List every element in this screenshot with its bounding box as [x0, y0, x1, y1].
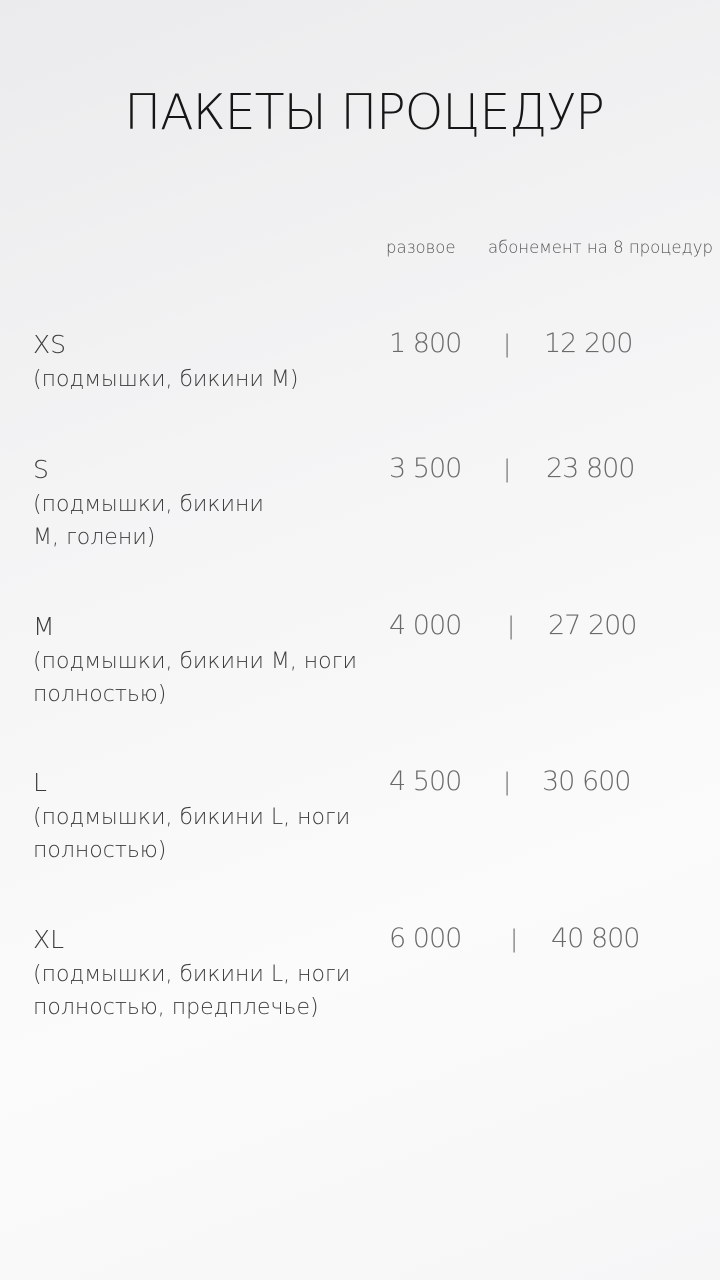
column-header-subscription: абонемент на 8 процедур	[488, 238, 713, 257]
package-description: (подмышки, бикини L, ноги полностью, пре…	[33, 962, 351, 1020]
package-description: (подмышки, бикини М, голени)	[33, 492, 264, 550]
price-separator: |	[507, 612, 516, 640]
package-xl: XL (подмышки, бикини L, ноги полностью, …	[33, 923, 363, 1024]
price-separator: |	[503, 768, 512, 796]
subscription-price: 40 800	[551, 923, 640, 954]
price-list-page: ПАКЕТЫ ПРОЦЕДУР разовое абонемент на 8 п…	[0, 0, 720, 1280]
subscription-price: 23 800	[546, 453, 635, 484]
package-xs: XS (подмышки, бикини М)	[33, 328, 333, 396]
subscription-price: 27 200	[548, 610, 637, 641]
price-separator: |	[510, 925, 519, 953]
package-name: XS	[33, 330, 66, 359]
price-separator: |	[503, 455, 512, 483]
package-description: (подмышки, бикини М, ноги полностью)	[33, 649, 357, 707]
package-name: M	[33, 612, 55, 641]
single-price: 1 800	[389, 328, 462, 359]
single-price: 4 000	[389, 610, 462, 641]
subscription-price: 30 600	[542, 766, 631, 797]
package-description: (подмышки, бикини L, ноги полностью)	[33, 805, 351, 863]
package-name: XL	[33, 925, 65, 954]
package-name: S	[33, 455, 49, 484]
page-title: ПАКЕТЫ ПРОЦЕДУР	[124, 84, 605, 141]
package-name: L	[33, 768, 47, 797]
package-description: (подмышки, бикини М)	[33, 367, 299, 392]
single-price: 6 000	[389, 923, 462, 954]
subscription-price: 12 200	[544, 328, 633, 359]
package-l: L (подмышки, бикини L, ноги полностью)	[33, 766, 363, 867]
package-s: S (подмышки, бикини М, голени)	[33, 453, 295, 554]
single-price: 4 500	[389, 766, 462, 797]
package-m: M (подмышки, бикини М, ноги полностью)	[33, 610, 363, 711]
price-separator: |	[503, 330, 512, 358]
column-header-single: разовое	[386, 238, 456, 257]
single-price: 3 500	[389, 453, 462, 484]
